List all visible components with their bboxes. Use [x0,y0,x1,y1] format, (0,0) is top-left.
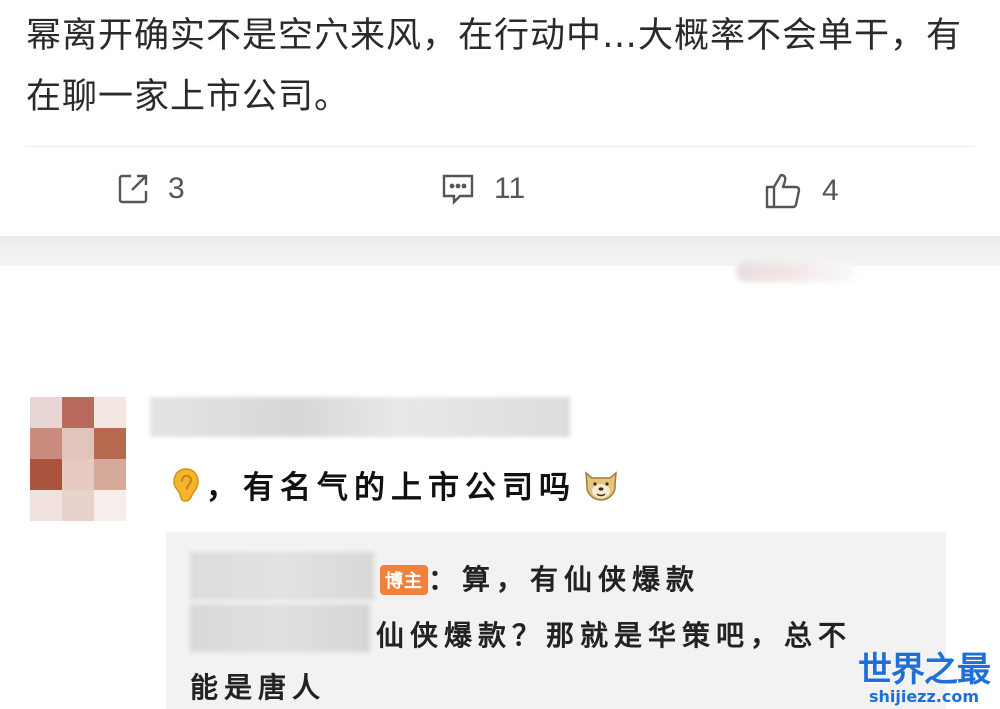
section-separator [0,236,1000,266]
share-count: 3 [168,172,185,205]
post-divider [26,146,974,147]
blurred-element [736,262,856,282]
comment-body: ，有名气的上市公司吗 [206,470,576,506]
reply-username-blurred[interactable] [190,552,374,600]
comment-count: 11 [494,172,526,205]
reply-username-blurred-2[interactable] [190,604,370,652]
blogger-badge: 博主 [380,565,428,595]
comment-button[interactable]: 11 [440,172,525,206]
reply-text-3: 能是唐人 [190,671,327,704]
like-count: 4 [822,174,839,207]
reply-text-1: ：算，有仙侠爆款 [428,563,701,596]
ear-emoji-icon [172,467,200,503]
comment-text: ，有名气的上市公司吗 [172,462,620,507]
username-blurred[interactable] [150,397,570,437]
post-action-bar: 3 11 4 [0,160,1000,224]
share-button[interactable]: 3 [116,172,185,206]
like-button[interactable]: 4 [764,172,839,210]
watermark-title: 世界之最 [858,650,991,690]
comment-icon [440,172,476,206]
thumbs-up-icon [764,172,804,210]
reply-text-2: 仙侠爆款？那就是华策吧，总不 [376,619,853,652]
share-icon [116,172,150,206]
doge-emoji-icon [582,467,620,503]
avatar[interactable] [30,397,126,521]
watermark-domain: shijiezz.com [868,687,980,706]
post-text: 幂离开确实不是空穴来风，在行动中…大概率不会单干，有在聊一家上市公司。 [26,16,963,117]
watermark-logo: 世界之最 shijiezz.com [858,650,991,706]
